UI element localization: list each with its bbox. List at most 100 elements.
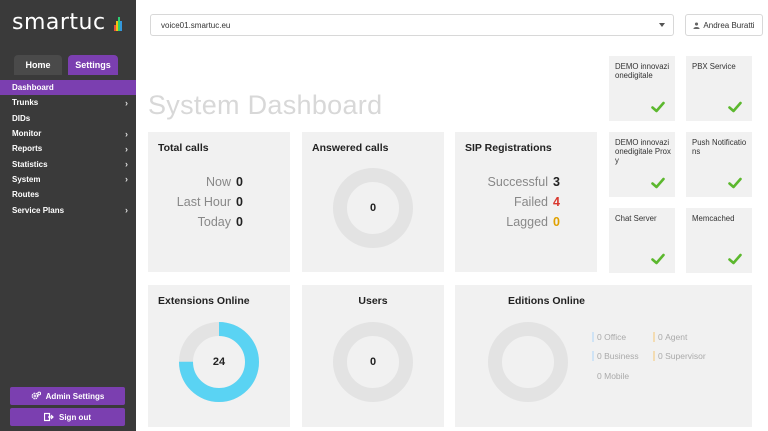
admin-settings-label: Admin Settings (45, 391, 105, 401)
sign-out-label: Sign out (59, 412, 91, 422)
card-title: SIP Registrations (465, 142, 552, 154)
chevron-right-icon: › (125, 143, 128, 154)
sign-out-icon (44, 412, 54, 422)
stat-row: Now 0 (206, 175, 248, 189)
sidebar-item-label: DIDs (12, 113, 31, 123)
sidebar-item-dids[interactable]: DIDs (0, 111, 136, 126)
card-title: Total calls (158, 142, 209, 154)
sidebar-item-trunks[interactable]: Trunks › (0, 95, 136, 110)
admin-settings-button[interactable]: Admin Settings (10, 387, 125, 405)
sidebar-item-dashboard[interactable]: Dashboard (0, 80, 136, 96)
sidebar-item-label: Statistics (12, 159, 48, 169)
service-name: Chat Server (615, 214, 657, 223)
card-title: Users (358, 295, 388, 307)
sidebar-item-system[interactable]: System › (0, 172, 136, 187)
tab-settings[interactable]: Settings (68, 55, 118, 75)
stat-label: Today (197, 215, 231, 229)
stat-value: 0 (553, 215, 560, 229)
answered-calls-card: Answered calls 0 (302, 132, 444, 272)
total-calls-card: Total calls Now 0 Last Hour 0 Today 0 (148, 132, 290, 272)
service-tile: DEMO innovazionedigitale (609, 56, 675, 121)
sign-out-button[interactable]: Sign out (10, 408, 125, 426)
sidebar-item-routes[interactable]: Routes (0, 187, 136, 202)
sidebar-tabs: Home Settings (14, 55, 118, 75)
service-name: Memcached (692, 214, 735, 223)
sidebar-item-label: Trunks (12, 98, 39, 108)
stat-row: Failed 4 (514, 195, 565, 209)
gears-icon (31, 391, 41, 400)
service-name: PBX Service (692, 62, 736, 71)
sidebar-nav: Dashboard Trunks › DIDs Monitor › Reports › Stat… (0, 80, 136, 218)
stat-row: Lagged 0 (506, 215, 565, 229)
user-menu-button[interactable]: Andrea Buratti (685, 14, 763, 36)
chevron-right-icon: › (125, 128, 128, 139)
sidebar-item-reports[interactable]: Reports › (0, 141, 136, 156)
legend-item: 0 Supervisor (653, 351, 706, 361)
stat-value: 0 (236, 215, 243, 229)
donut-value: 0 (369, 356, 377, 368)
sidebar-item-label: Dashboard (12, 83, 54, 93)
chevron-right-icon: › (125, 159, 128, 170)
service-name: DEMO innovazionedigitale (615, 62, 670, 80)
sidebar-item-label: System (12, 174, 41, 184)
extensions-online-card: Extensions Online 24 (148, 285, 290, 427)
caret-down-icon (659, 23, 665, 27)
sidebar-item-statistics[interactable]: Statistics › (0, 156, 136, 171)
stat-value: 0 (236, 195, 243, 209)
sip-registrations-card: SIP Registrations Successful 3 Failed 4 La… (455, 132, 597, 272)
service-tile: Push Notifications (686, 132, 752, 197)
sidebar-item-label: Monitor (12, 129, 42, 139)
stat-value: 0 (236, 175, 243, 189)
editions-online-card: Editions Online 0 Office 0 Agent 0 Busin… (455, 285, 752, 427)
legend-item: 0 Business (592, 351, 639, 361)
service-name: DEMO innovazionedigitale Proxy (615, 138, 671, 165)
service-tile: PBX Service (686, 56, 752, 121)
stat-value: 4 (553, 195, 560, 209)
sidebar-item-label: Reports (12, 144, 43, 154)
stat-row: Last Hour 0 (177, 195, 248, 209)
card-title: Extensions Online (158, 295, 250, 307)
server-select-value: voice01.smartuc.eu (161, 20, 231, 30)
legend-item: 0 Office (592, 332, 626, 342)
service-name: Push Notifications (692, 138, 747, 156)
card-title: Editions Online (508, 295, 586, 307)
logo: smartuc (12, 10, 106, 35)
check-icon (651, 101, 665, 113)
stat-label: Now (205, 175, 231, 189)
check-icon (651, 177, 665, 189)
stat-label: Last Hour (176, 195, 231, 209)
chevron-right-icon: › (125, 97, 128, 108)
sidebar: smartuc Home Settings Dashboard Trunks › DI… (0, 0, 136, 431)
donut-track (488, 322, 568, 402)
donut-value: 24 (212, 356, 226, 368)
logo-bars-icon (114, 17, 122, 31)
stat-label: Failed (513, 195, 548, 209)
check-icon (651, 253, 665, 265)
sidebar-item-monitor[interactable]: Monitor › (0, 126, 136, 141)
check-icon (728, 253, 742, 265)
check-icon (728, 101, 742, 113)
chevron-right-icon: › (125, 174, 128, 185)
stat-value: 3 (553, 175, 560, 189)
stat-row: Successful 3 (488, 175, 565, 189)
check-icon (728, 177, 742, 189)
editions-online-donut (488, 322, 568, 402)
donut-value: 0 (369, 202, 377, 214)
user-name: Andrea Buratti (703, 20, 755, 30)
service-tile: Memcached (686, 208, 752, 273)
users-card: Users 0 (302, 285, 444, 427)
legend-item: 0 Agent (653, 332, 687, 342)
stat-row: Today 0 (198, 215, 248, 229)
service-tile: DEMO innovazionedigitale Proxy (609, 132, 675, 197)
chevron-right-icon: › (125, 205, 128, 216)
card-title: Answered calls (312, 142, 389, 154)
stat-label: Successful (487, 175, 548, 189)
server-select[interactable]: voice01.smartuc.eu (150, 14, 674, 36)
sidebar-item-label: Service Plans (12, 205, 65, 215)
sidebar-item-label: Routes (12, 190, 40, 200)
page-title: System Dashboard (148, 90, 383, 120)
sidebar-item-service-plans[interactable]: Service Plans › (0, 202, 136, 217)
legend-item: 0 Mobile (597, 371, 630, 381)
user-icon (693, 21, 700, 29)
tab-home[interactable]: Home (14, 55, 62, 75)
